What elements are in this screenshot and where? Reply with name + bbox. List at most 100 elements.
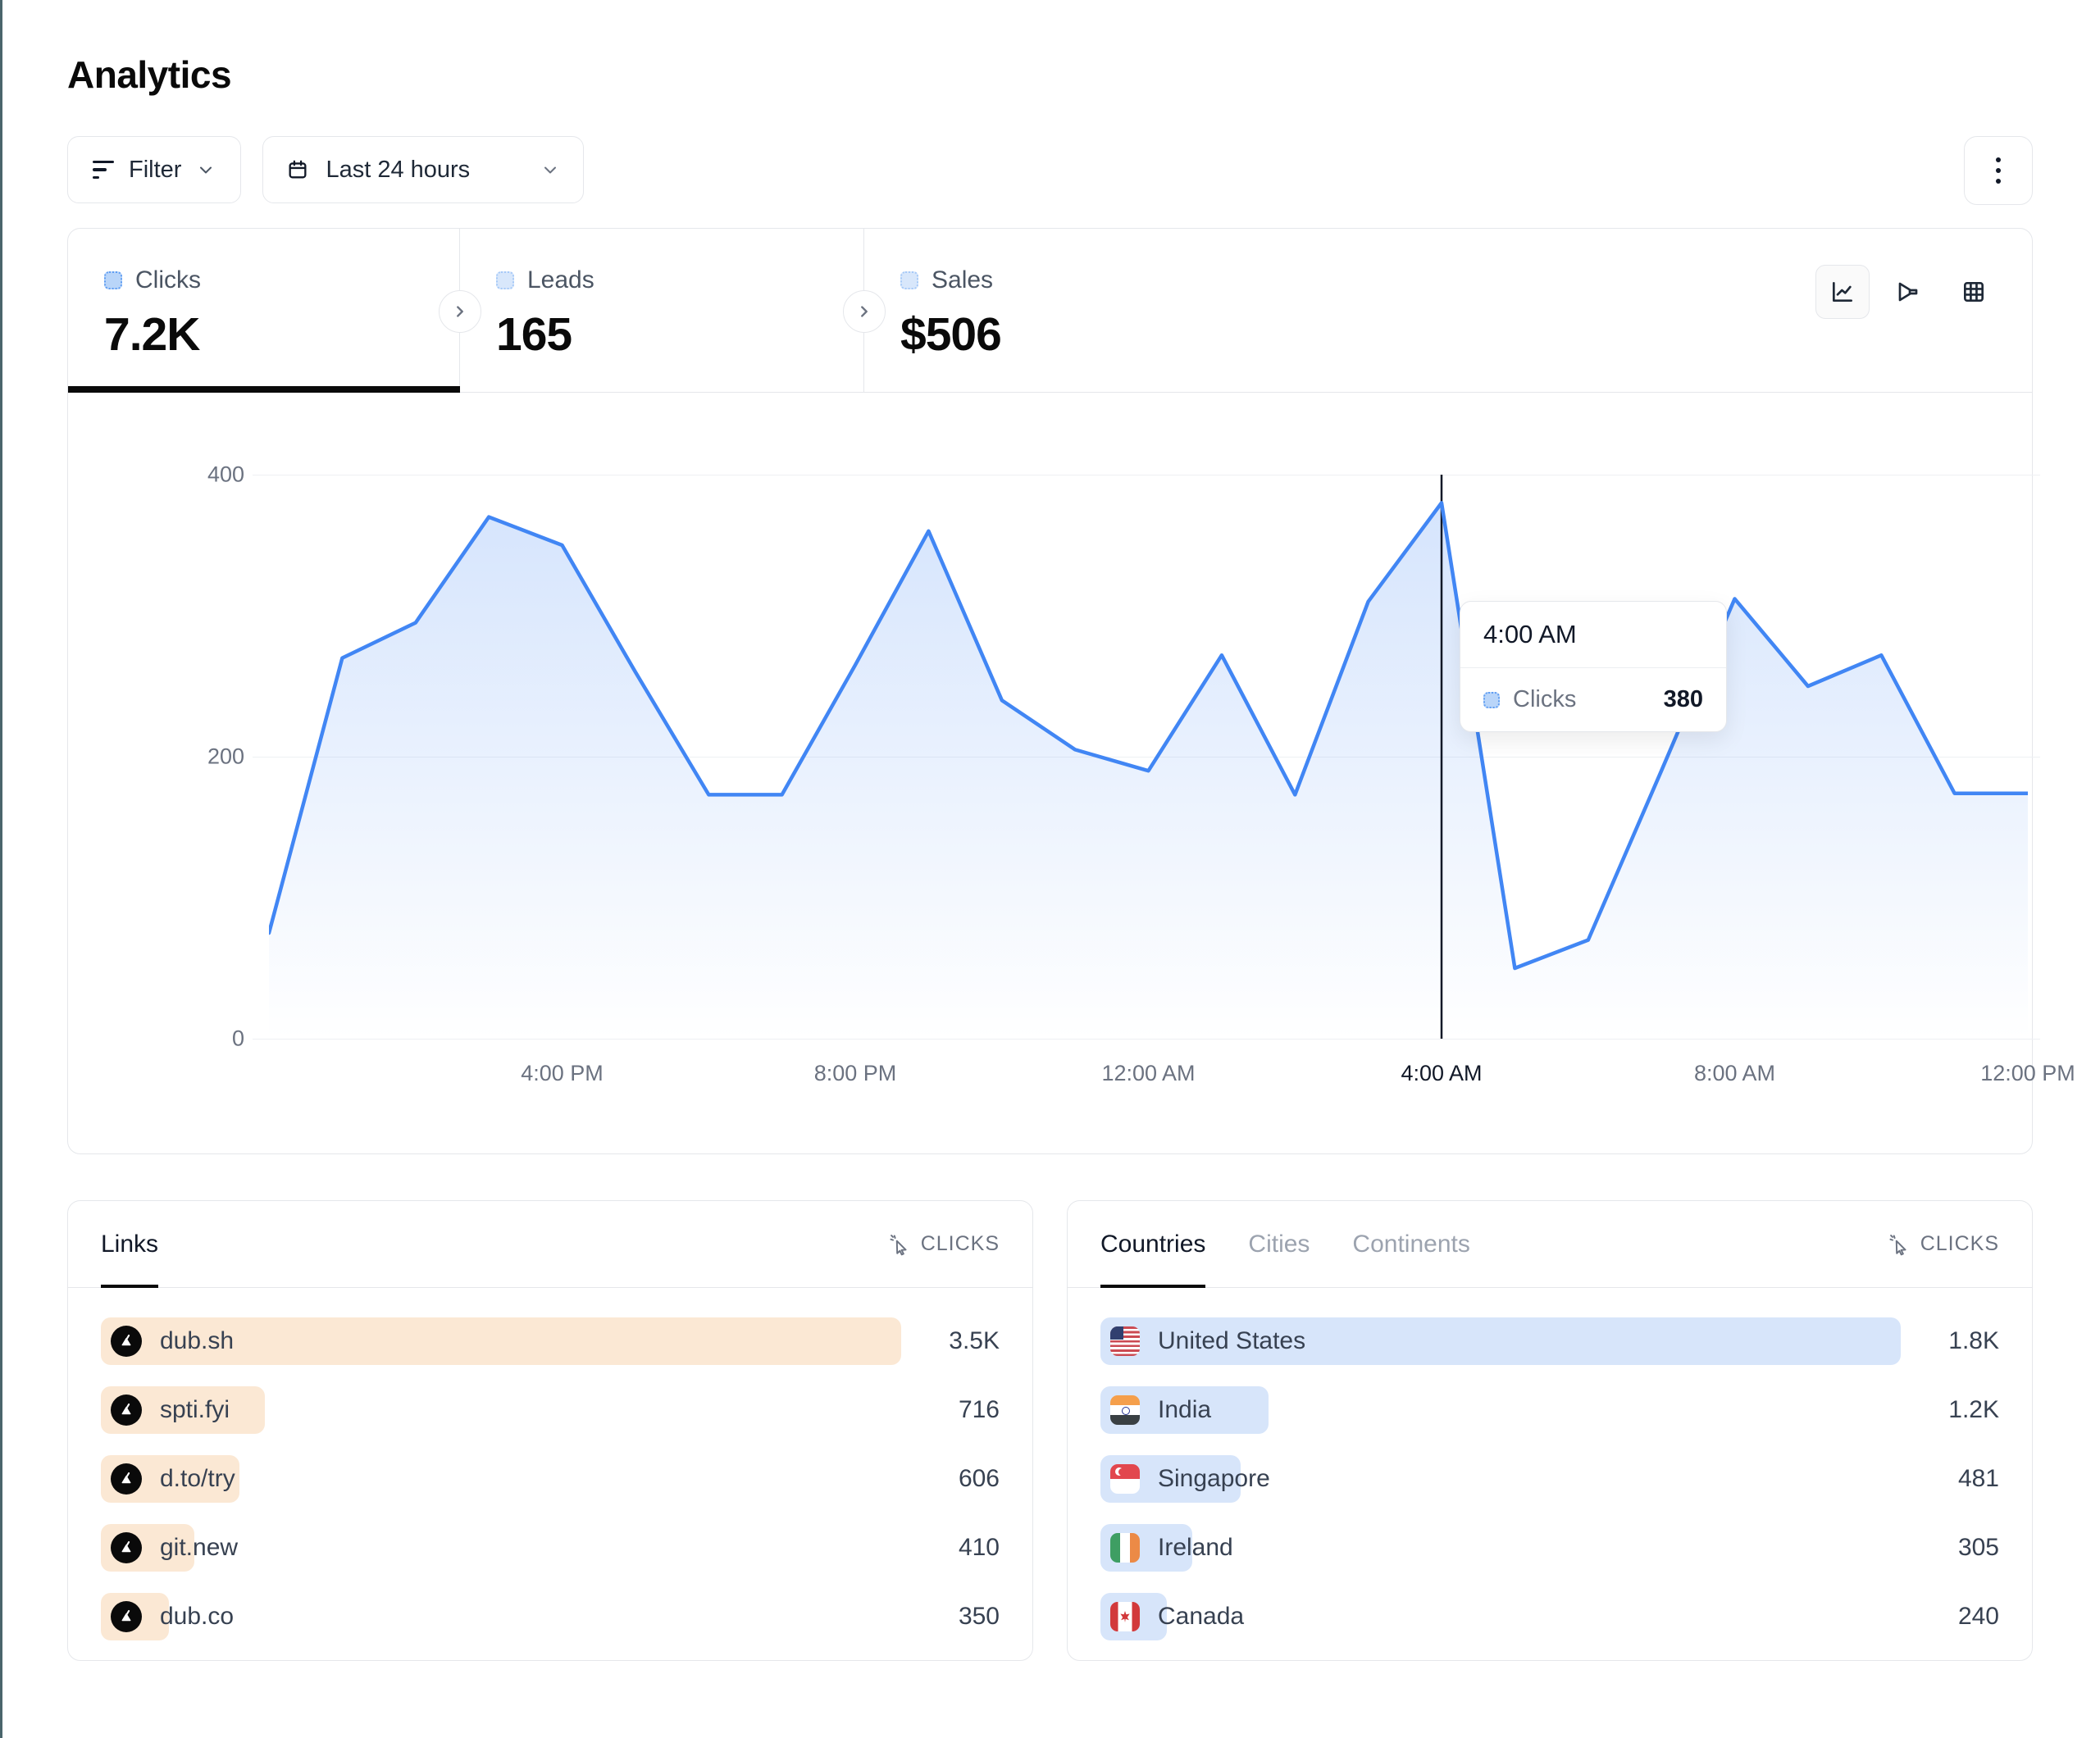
row-label: United States — [1158, 1327, 1305, 1355]
date-range-label: Last 24 hours — [326, 157, 470, 184]
row-label: dub.co — [160, 1603, 234, 1631]
link-row[interactable]: dub.sh 3.5K — [101, 1317, 1000, 1365]
row-content: spti.fyi — [101, 1386, 901, 1434]
tab-expand-leads-button[interactable] — [843, 290, 886, 333]
table-grid-icon — [1961, 279, 1987, 305]
row-value: 481 — [1901, 1465, 1999, 1493]
tooltip-series-label: Clicks — [1513, 686, 1576, 713]
y-axis-tick-400: 400 — [146, 462, 244, 488]
x-axis-tick: 12:00 PM — [1980, 1061, 2075, 1086]
breakdown-panels: Links CLICKS dub.sh 3.5K spti.fyi716 d.to/t… — [67, 1200, 2033, 1661]
gridline-0 — [253, 1039, 2040, 1040]
row-label: Ireland — [1158, 1534, 1233, 1562]
link-row[interactable]: git.new410 — [101, 1524, 1000, 1572]
row-content: dub.sh — [101, 1317, 901, 1365]
us-flag-icon — [1110, 1326, 1140, 1356]
y-axis-tick-200: 200 — [146, 744, 244, 770]
in-flag-icon — [1110, 1395, 1140, 1425]
date-range-button[interactable]: Last 24 hours — [262, 136, 584, 203]
row-label: India — [1158, 1396, 1211, 1424]
tab-expand-clicks-button[interactable] — [439, 290, 481, 333]
dub-logo-icon — [111, 1326, 142, 1357]
countries-tab-countries[interactable]: Countries — [1100, 1201, 1205, 1287]
cursor-click-icon — [888, 1233, 911, 1256]
x-axis-tick: 12:00 AM — [1101, 1061, 1195, 1086]
line-chart-view-button[interactable] — [1815, 265, 1870, 319]
links-metric-header-label: CLICKS — [921, 1232, 1000, 1256]
countries-tab-continents[interactable]: Continents — [1352, 1201, 1469, 1287]
row-label: d.to/try — [160, 1465, 235, 1493]
dub-logo-icon — [111, 1394, 142, 1426]
countries-list: United States 1.8K India 1.2K Singapore 481 Ir… — [1068, 1288, 2032, 1640]
funnel-chart-icon — [1895, 279, 1921, 305]
country-row[interactable]: Singapore 481 — [1100, 1455, 1999, 1503]
row-value: 3.5K — [901, 1327, 1000, 1355]
chevron-down-icon — [540, 160, 560, 180]
row-value: 350 — [901, 1603, 1000, 1631]
countries-metric-header[interactable]: CLICKS — [1888, 1232, 1999, 1256]
row-content: git.new — [101, 1524, 901, 1572]
links-panel-header: Links CLICKS — [68, 1201, 1032, 1288]
link-row[interactable]: spti.fyi716 — [101, 1386, 1000, 1434]
bar-track: dub.sh — [101, 1317, 901, 1365]
filter-lines-icon — [93, 161, 114, 180]
links-panel-tabs: Links — [101, 1201, 158, 1287]
tooltip-value: 380 — [1664, 686, 1703, 713]
clicks-series-plot[interactable] — [269, 475, 2028, 1039]
row-value: 1.2K — [1901, 1396, 1999, 1424]
sales-tab-value: $506 — [900, 307, 1274, 362]
country-row[interactable]: Canada240 — [1100, 1593, 1999, 1640]
chevron-down-icon — [196, 160, 216, 180]
countries-metric-header-label: CLICKS — [1920, 1232, 1999, 1256]
more-options-button[interactable] — [1964, 136, 2033, 205]
x-axis-tick: 8:00 PM — [814, 1061, 897, 1086]
country-row[interactable]: Ireland305 — [1100, 1524, 1999, 1572]
links-metric-header[interactable]: CLICKS — [888, 1232, 1000, 1256]
tab-clicks[interactable]: Clicks 7.2K — [68, 229, 460, 392]
x-axis: 4:00 PM8:00 PM12:00 AM4:00 AM8:00 AM12:0… — [269, 1061, 2028, 1094]
table-view-button[interactable] — [1947, 265, 2001, 319]
filter-button-label: Filter — [129, 157, 181, 184]
dub-logo-icon — [111, 1601, 142, 1632]
leads-tab-value: 165 — [496, 307, 863, 362]
bar-track: India — [1100, 1386, 1901, 1434]
row-content: India — [1100, 1386, 1901, 1434]
bar-track: United States — [1100, 1317, 1901, 1365]
row-value: 410 — [901, 1534, 1000, 1562]
bar-track: d.to/try — [101, 1455, 901, 1503]
row-value: 716 — [901, 1396, 1000, 1424]
row-value: 1.8K — [1901, 1327, 1999, 1355]
funnel-chart-view-button[interactable] — [1881, 265, 1935, 319]
bar-track: Canada — [1100, 1593, 1901, 1640]
kebab-vertical-icon — [1996, 157, 2001, 162]
row-content: Canada — [1100, 1593, 1901, 1640]
bar-track: spti.fyi — [101, 1386, 901, 1434]
links-list: dub.sh 3.5K spti.fyi716 d.to/try 606 git.new4… — [68, 1288, 1032, 1640]
clicks-area-chart[interactable]: 400 200 0 4:00 PM8:00 PM12:00 AM4:00 AM8… — [68, 393, 2032, 1154]
countries-tab-cities[interactable]: Cities — [1248, 1201, 1310, 1287]
links-panel: Links CLICKS dub.sh 3.5K spti.fyi716 d.to/t… — [67, 1200, 1033, 1661]
toolbar: Filter Last 24 hours — [67, 136, 2033, 203]
line-chart-icon — [1829, 279, 1856, 305]
country-row[interactable]: India 1.2K — [1100, 1386, 1999, 1434]
links-tab-links[interactable]: Links — [101, 1201, 158, 1287]
tooltip-legend-swatch-icon — [1483, 692, 1500, 708]
sg-flag-icon — [1110, 1464, 1140, 1494]
link-row[interactable]: d.to/try 606 — [101, 1455, 1000, 1503]
row-label: dub.sh — [160, 1327, 234, 1355]
tooltip-time: 4:00 AM — [1460, 602, 1726, 668]
chevron-right-icon — [449, 301, 471, 322]
ca-flag-icon — [1110, 1602, 1140, 1631]
filter-button[interactable]: Filter — [67, 136, 241, 203]
row-label: Canada — [1158, 1603, 1244, 1631]
row-value: 606 — [901, 1465, 1000, 1493]
row-content: Ireland — [1100, 1524, 1901, 1572]
bar-track: Singapore — [1100, 1455, 1901, 1503]
link-row[interactable]: dub.co 350 — [101, 1593, 1000, 1640]
row-content: dub.co — [101, 1593, 901, 1640]
tab-sales[interactable]: Sales $506 — [864, 229, 1274, 392]
country-row[interactable]: United States 1.8K — [1100, 1317, 1999, 1365]
x-axis-tick: 4:00 PM — [521, 1061, 604, 1086]
tab-leads[interactable]: Leads 165 — [460, 229, 864, 392]
row-label: Singapore — [1158, 1465, 1270, 1493]
